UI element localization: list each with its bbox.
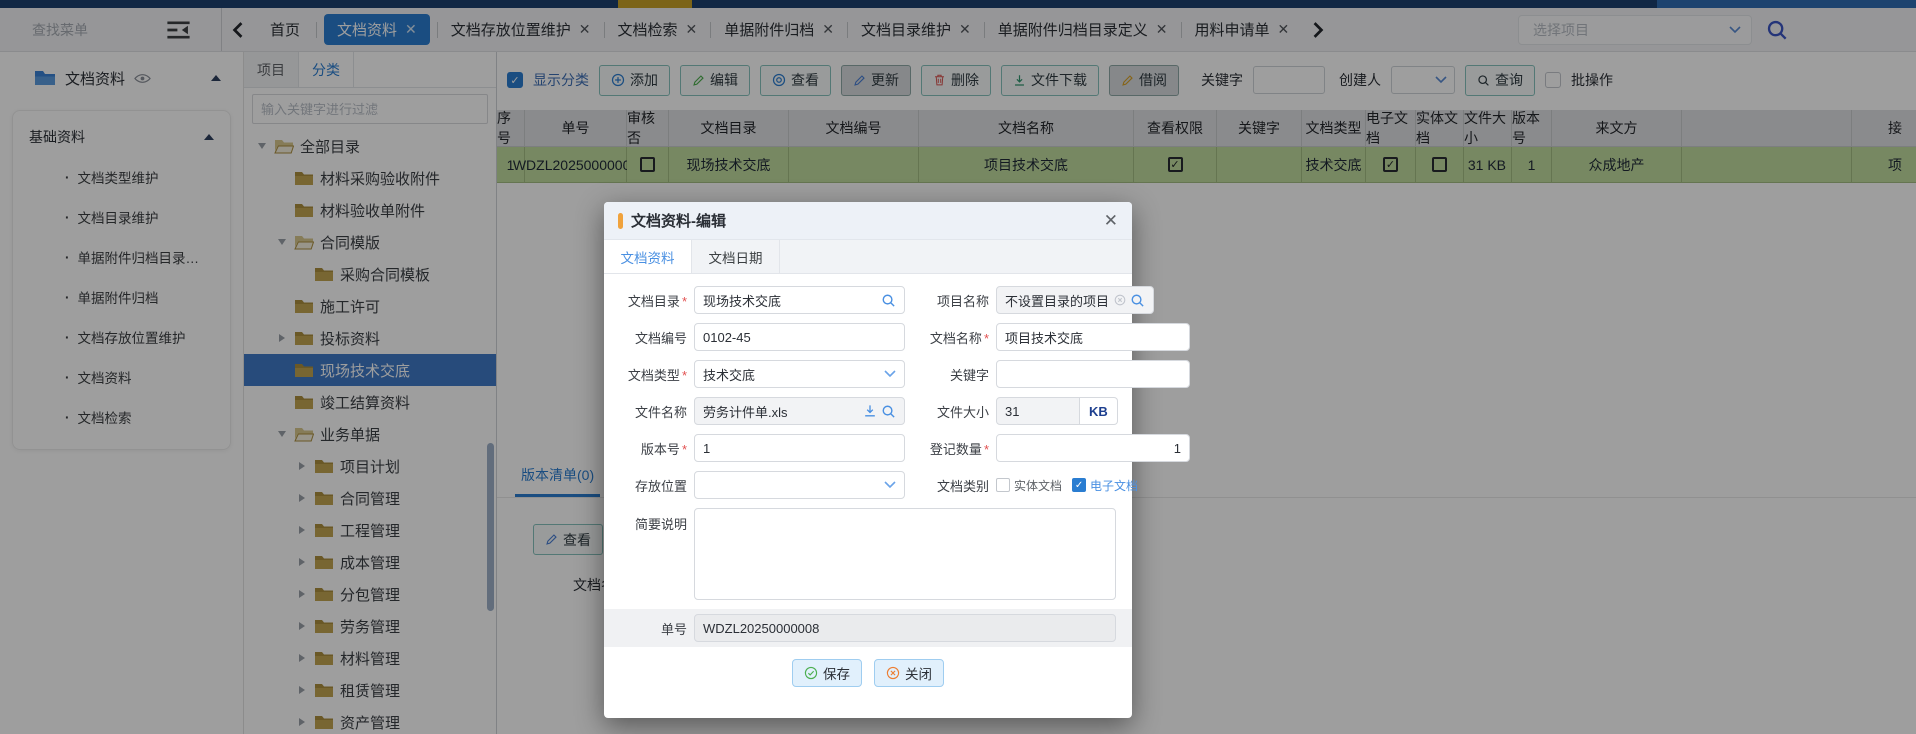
electronic-doc-checkbox[interactable]: ✓ <box>1072 478 1086 492</box>
doc-no-label: 文档编号 <box>620 328 694 347</box>
file-size-value: 31 <box>1005 404 1071 419</box>
version-label: 版本号 <box>620 439 694 458</box>
doc-type-value: 技术交底 <box>703 365 879 384</box>
version-input[interactable] <box>694 434 905 462</box>
clear-icon[interactable] <box>1114 294 1126 306</box>
search-icon[interactable] <box>881 293 896 308</box>
x-circle-icon <box>886 666 900 680</box>
electronic-doc-label: 电子文档 <box>1090 477 1138 494</box>
doc-catalog-field[interactable]: 现场技术交底 <box>694 286 905 314</box>
physical-doc-label: 实体文档 <box>1014 477 1062 494</box>
chevron-down-icon <box>884 481 896 489</box>
chevron-down-icon <box>884 370 896 378</box>
check-circle-icon <box>804 666 818 680</box>
project-name-field[interactable]: 不设置目录的项目 <box>996 286 1154 314</box>
doc-catalog-label: 文档目录 <box>620 291 694 310</box>
doc-catalog-value: 现场技术交底 <box>703 291 876 310</box>
bill-no-input[interactable] <box>694 614 1116 642</box>
dialog-title: 文档资料-编辑 <box>631 210 726 231</box>
doc-no-input[interactable] <box>694 323 905 351</box>
file-name-field[interactable]: 劳务计件单.xls <box>694 397 905 425</box>
project-name-value: 不设置目录的项目 <box>1005 291 1109 310</box>
register-qty-label: 登记数量 <box>922 439 996 458</box>
file-size-unit: KB <box>1080 397 1118 425</box>
dialog-tabs: 文档资料 文档日期 <box>604 240 1132 274</box>
dialog-close-label: 关闭 <box>905 663 932 683</box>
dialog-close-button[interactable]: 关闭 <box>874 659 944 687</box>
dialog-header: 文档资料-编辑 ✕ <box>604 202 1132 240</box>
dialog-footer: 保存 关闭 <box>620 647 1116 701</box>
location-select[interactable] <box>694 471 905 499</box>
edit-dialog: 文档资料-编辑 ✕ 文档资料 文档日期 文档目录 现场技术交底 项目名称 不设置… <box>604 202 1132 718</box>
bill-no-row: 单号 <box>604 609 1132 647</box>
brief-textarea[interactable] <box>694 508 1116 600</box>
doc-type-select[interactable]: 技术交底 <box>694 360 905 388</box>
title-accent-bar <box>618 213 623 229</box>
doc-type-label: 文档类型 <box>620 365 694 384</box>
project-name-label: 项目名称 <box>922 291 996 310</box>
file-name-label: 文件名称 <box>620 402 694 421</box>
search-icon[interactable] <box>881 404 896 419</box>
close-icon[interactable]: ✕ <box>1104 212 1118 229</box>
file-name-value: 劳务计件单.xls <box>703 402 858 421</box>
doc-name-input[interactable] <box>996 323 1190 351</box>
physical-doc-checkbox[interactable] <box>996 478 1010 492</box>
save-button[interactable]: 保存 <box>792 659 862 687</box>
keyword-field-input[interactable] <box>996 360 1190 388</box>
file-size-field[interactable]: 31 <box>996 397 1080 425</box>
tab-doc-date[interactable]: 文档日期 <box>692 240 780 273</box>
dialog-form: 文档目录 现场技术交底 项目名称 不设置目录的项目 文档编号 <box>604 274 1132 718</box>
location-label: 存放位置 <box>620 476 694 495</box>
tab-doc-info[interactable]: 文档资料 <box>604 240 692 273</box>
brief-label: 简要说明 <box>620 508 694 533</box>
register-qty-input[interactable] <box>996 434 1190 462</box>
search-icon[interactable] <box>1130 293 1145 308</box>
save-label: 保存 <box>823 663 850 683</box>
keyword-field-label: 关键字 <box>922 365 996 384</box>
download-icon[interactable] <box>863 404 877 418</box>
doc-category-label: 文档类别 <box>922 476 996 495</box>
doc-name-label: 文档名称 <box>922 328 996 347</box>
bill-no-label: 单号 <box>620 619 694 638</box>
file-size-label: 文件大小 <box>922 402 996 421</box>
